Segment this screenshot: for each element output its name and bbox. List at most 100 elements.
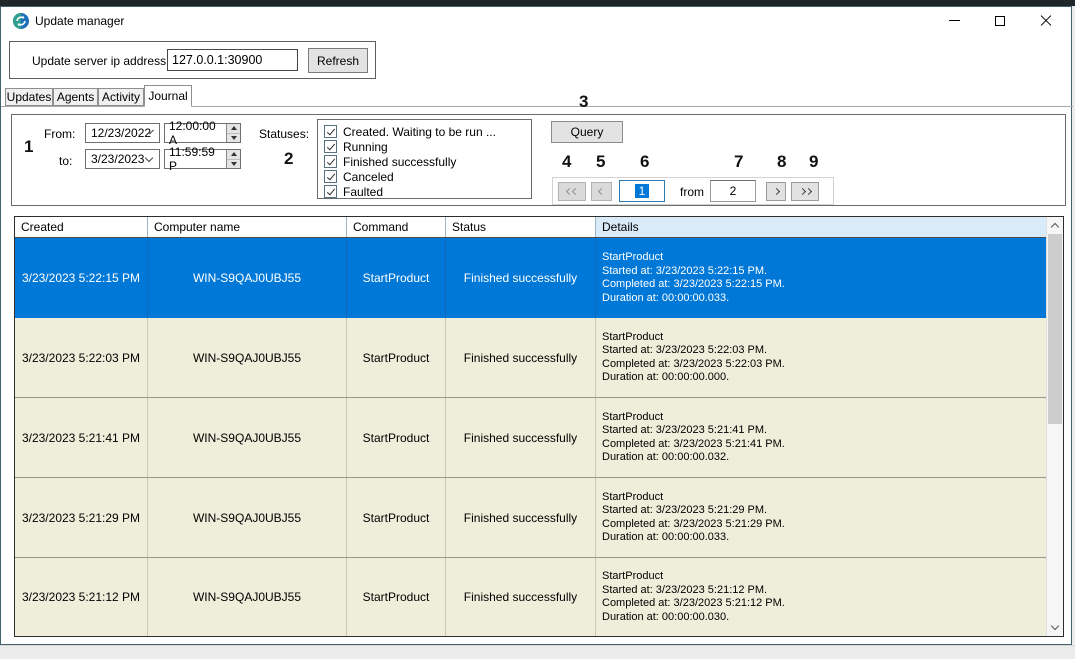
statuses-checkbox-group: Created. Waiting to be run ... Running F…: [317, 119, 532, 199]
last-page-button[interactable]: [791, 182, 819, 201]
details-line: Duration at: 00:00:00.030.: [602, 611, 729, 625]
tab-updates[interactable]: Updates: [5, 88, 53, 106]
details-line: StartProduct: [602, 491, 663, 505]
to-date-value: 3/23/2023: [91, 152, 144, 166]
cell-details: StartProduct Started at: 3/23/2023 5:21:…: [596, 478, 1047, 557]
column-header-status[interactable]: Status: [446, 217, 596, 237]
tab-agents-label: Agents: [57, 90, 94, 104]
checkbox-checked-icon[interactable]: [324, 155, 337, 168]
details-line: StartProduct: [602, 411, 663, 425]
cell-command: StartProduct: [347, 558, 446, 636]
close-button[interactable]: [1029, 7, 1063, 34]
minimize-button[interactable]: [937, 7, 971, 34]
chevron-down-icon: [1051, 622, 1059, 630]
first-page-button[interactable]: [558, 182, 586, 201]
checkbox-checked-icon[interactable]: [324, 185, 337, 198]
cell-status: Finished successfully: [446, 238, 596, 318]
table-header-row: Created Computer name Command Status Det…: [15, 217, 1047, 238]
annotation-9: 9: [809, 152, 818, 172]
from-time-picker[interactable]: 12:00:00 A: [164, 123, 241, 143]
status-checkbox-created[interactable]: Created. Waiting to be run ...: [324, 124, 496, 139]
header-label: Details: [602, 220, 639, 234]
details-line: Completed at: 3/23/2023 5:21:29 PM.: [602, 518, 785, 532]
from-date-value: 12/23/2022: [91, 126, 151, 140]
checkbox-checked-icon[interactable]: [324, 125, 337, 138]
column-header-computer-name[interactable]: Computer name: [148, 217, 347, 237]
from-time-spinner[interactable]: [226, 124, 240, 142]
from-date-picker[interactable]: 12/23/2022: [85, 123, 160, 143]
close-icon: [1040, 15, 1052, 27]
statuses-label: Statuses:: [259, 127, 309, 141]
status-label: Canceled: [343, 170, 394, 184]
column-header-created[interactable]: Created: [15, 217, 148, 237]
cell-status: Finished successfully: [446, 318, 596, 397]
details-line: Completed at: 3/23/2023 5:21:12 PM.: [602, 597, 785, 611]
annotation-3: 3: [579, 92, 588, 112]
spin-up-icon[interactable]: [227, 150, 240, 159]
tab-journal[interactable]: Journal: [144, 85, 192, 107]
chevron-down-icon: [145, 153, 153, 161]
to-time-picker[interactable]: 11:59:59 P: [164, 149, 241, 169]
table-row[interactable]: 3/23/2023 5:22:15 PM WIN-S9QAJ0UBJ55 Sta…: [15, 238, 1047, 318]
status-checkbox-canceled[interactable]: Canceled: [324, 169, 394, 184]
scroll-down-button[interactable]: [1047, 619, 1063, 636]
to-date-picker[interactable]: 3/23/2023: [85, 149, 160, 169]
spin-down-icon[interactable]: [227, 159, 240, 169]
query-button-label: Query: [571, 125, 604, 139]
cell-details: StartProduct Started at: 3/23/2023 5:22:…: [596, 318, 1047, 397]
spin-down-icon[interactable]: [227, 133, 240, 143]
to-time-spinner[interactable]: [226, 150, 240, 168]
checkbox-checked-icon[interactable]: [324, 140, 337, 153]
header-label: Command: [353, 220, 408, 234]
cell-created: 3/23/2023 5:22:15 PM: [15, 238, 148, 318]
annotation-8: 8: [777, 152, 786, 172]
status-label: Finished successfully: [343, 155, 456, 169]
cell-created: 3/23/2023 5:21:29 PM: [15, 478, 148, 557]
tab-activity-label: Activity: [102, 90, 140, 104]
details-line: StartProduct: [602, 331, 663, 345]
details-line: Duration at: 00:00:00.000.: [602, 371, 729, 385]
column-header-details[interactable]: Details: [596, 217, 1047, 237]
maximize-button[interactable]: [983, 7, 1017, 34]
vertical-scrollbar[interactable]: [1046, 217, 1063, 636]
to-time-value: 11:59:59 P: [169, 145, 226, 173]
tab-journal-label: Journal: [148, 89, 187, 103]
scroll-up-button[interactable]: [1047, 217, 1063, 234]
details-line: Started at: 3/23/2023 5:21:29 PM.: [602, 504, 767, 518]
details-line: StartProduct: [602, 251, 663, 265]
status-checkbox-faulted[interactable]: Faulted: [324, 184, 383, 199]
column-header-command[interactable]: Command: [347, 217, 446, 237]
annotation-1: 1: [24, 137, 33, 157]
scrollbar-thumb[interactable]: [1048, 234, 1062, 424]
table-row[interactable]: 3/23/2023 5:21:29 PM WIN-S9QAJ0UBJ55 Sta…: [15, 478, 1047, 558]
table-row[interactable]: 3/23/2023 5:21:41 PM WIN-S9QAJ0UBJ55 Sta…: [15, 398, 1047, 478]
details-line: Started at: 3/23/2023 5:22:03 PM.: [602, 344, 767, 358]
spin-up-icon[interactable]: [227, 124, 240, 133]
checkbox-checked-icon[interactable]: [324, 170, 337, 183]
details-line: Started at: 3/23/2023 5:22:15 PM.: [602, 265, 767, 279]
table-row[interactable]: 3/23/2023 5:21:12 PM WIN-S9QAJ0UBJ55 Sta…: [15, 558, 1047, 636]
current-page-input[interactable]: 1: [619, 180, 665, 202]
server-address-label: Update server ip address:: [32, 54, 169, 68]
details-line: Completed at: 3/23/2023 5:21:41 PM.: [602, 438, 785, 452]
details-line: Started at: 3/23/2023 5:21:12 PM.: [602, 584, 767, 598]
cell-status: Finished successfully: [446, 398, 596, 477]
pagination-from-label: from: [680, 185, 704, 199]
tab-activity[interactable]: Activity: [98, 88, 144, 106]
annotation-4: 4: [562, 152, 571, 172]
prev-page-button[interactable]: [591, 182, 612, 201]
refresh-button[interactable]: Refresh: [308, 48, 368, 73]
total-pages-value: 2: [730, 184, 737, 198]
tab-agents[interactable]: Agents: [53, 88, 98, 106]
app-sync-icon: [13, 13, 29, 29]
server-address-input[interactable]: [167, 49, 298, 71]
next-page-button[interactable]: [766, 182, 786, 201]
total-pages-field[interactable]: 2: [710, 180, 756, 202]
status-checkbox-running[interactable]: Running: [324, 139, 388, 154]
status-checkbox-finished[interactable]: Finished successfully: [324, 154, 456, 169]
annotation-7: 7: [734, 152, 743, 172]
table-row[interactable]: 3/23/2023 5:22:03 PM WIN-S9QAJ0UBJ55 Sta…: [15, 318, 1047, 398]
cell-details: StartProduct Started at: 3/23/2023 5:21:…: [596, 558, 1047, 636]
query-button[interactable]: Query: [551, 121, 623, 143]
title-bar[interactable]: Update manager: [1, 7, 1071, 35]
